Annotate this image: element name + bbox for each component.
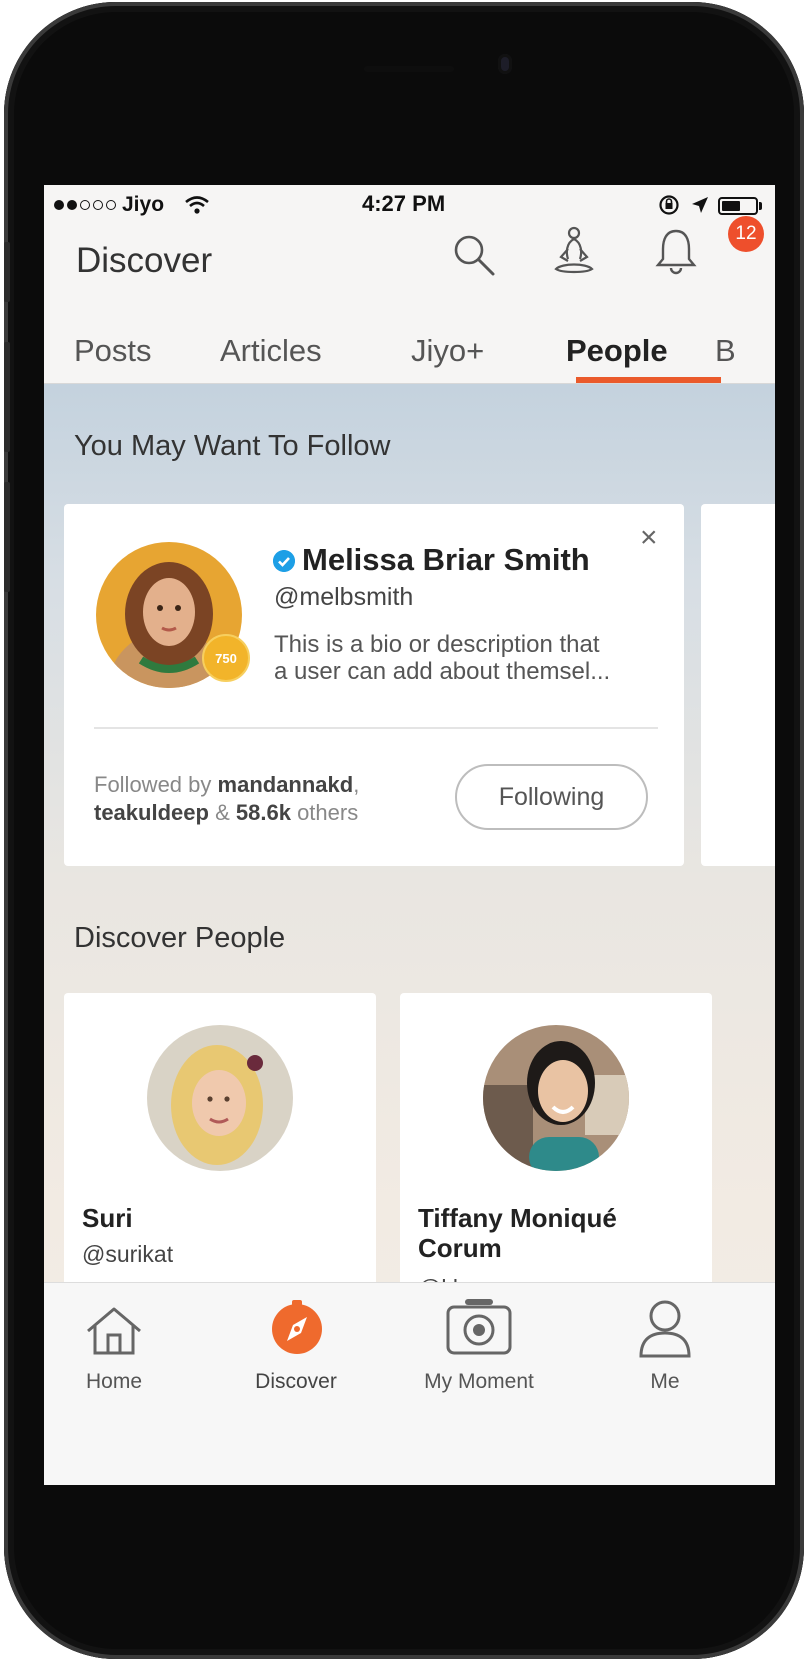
person-name[interactable]: Tiffany Moniqué Corum bbox=[418, 1203, 617, 1263]
wifi-icon bbox=[185, 196, 209, 214]
battery-cap bbox=[759, 202, 762, 210]
user-name[interactable]: Melissa Briar Smith bbox=[302, 542, 590, 578]
phone-frame: Jiyo 4:27 PM Discover 12 Posts Articles … bbox=[4, 2, 804, 1659]
tab-posts[interactable]: Posts bbox=[74, 333, 152, 369]
tab-people[interactable]: People bbox=[566, 333, 668, 369]
mute-switch bbox=[4, 242, 10, 302]
follower-2[interactable]: teakuldeep bbox=[94, 800, 209, 825]
app-screen: Jiyo 4:27 PM Discover 12 Posts Articles … bbox=[44, 185, 775, 1485]
front-camera bbox=[498, 54, 512, 74]
followed-by-text: Followed by mandannakd, teakuldeep & 58.… bbox=[94, 771, 359, 827]
person-handle: @surikat bbox=[82, 1241, 174, 1267]
bio-line-1: This is a bio or description that bbox=[274, 631, 600, 658]
earpiece-speaker bbox=[364, 66, 454, 72]
tab-jiyo-plus[interactable]: Jiyo+ bbox=[411, 333, 484, 369]
compass-icon[interactable] bbox=[268, 1298, 326, 1356]
user-bio: This is a bio or description that a user… bbox=[274, 631, 666, 685]
carrier-info: Jiyo bbox=[54, 193, 210, 217]
nav-discover-label[interactable]: Discover bbox=[206, 1370, 386, 1394]
signal-strength-icon bbox=[54, 200, 116, 210]
tab-b[interactable]: B bbox=[715, 333, 736, 369]
person-name[interactable]: Suri bbox=[82, 1203, 133, 1233]
person-avatar[interactable] bbox=[483, 1025, 629, 1171]
nav-me-label[interactable]: Me bbox=[575, 1370, 755, 1394]
tab-articles[interactable]: Articles bbox=[220, 333, 322, 369]
active-tab-indicator bbox=[576, 377, 721, 383]
notification-bell-icon[interactable] bbox=[654, 227, 698, 277]
follower-1[interactable]: mandannakd bbox=[218, 772, 354, 797]
bio-line-2: a user can add about themsel... bbox=[274, 658, 611, 685]
follow-section-title: You May Want To Follow bbox=[74, 430, 391, 462]
person-name-line-1: Tiffany Moniqué bbox=[418, 1203, 617, 1233]
person-avatar[interactable] bbox=[147, 1025, 293, 1171]
person-name-line-2: Corum bbox=[418, 1233, 502, 1263]
volume-up-button bbox=[4, 342, 10, 452]
followed-suffix: others bbox=[297, 800, 359, 825]
verified-badge-icon bbox=[273, 550, 295, 572]
followed-comma: , bbox=[353, 772, 360, 797]
meditation-icon[interactable] bbox=[552, 225, 596, 279]
home-icon[interactable] bbox=[84, 1305, 144, 1357]
rotation-lock-icon bbox=[659, 195, 679, 215]
following-button[interactable]: Following bbox=[455, 764, 648, 830]
discover-section-title: Discover People bbox=[74, 922, 286, 954]
points-medal-badge: 750 bbox=[202, 634, 250, 682]
tab-bar: Posts Articles Jiyo+ People B bbox=[44, 325, 775, 384]
next-suggested-card[interactable] bbox=[701, 504, 775, 866]
status-bar: Jiyo 4:27 PM bbox=[44, 185, 775, 221]
followed-prefix: Followed by bbox=[94, 772, 212, 797]
followed-amp: & bbox=[215, 800, 230, 825]
nav-home-label[interactable]: Home bbox=[44, 1370, 204, 1394]
volume-down-button bbox=[4, 482, 10, 592]
page-title: Discover bbox=[76, 241, 213, 280]
notification-badge: 12 bbox=[728, 216, 764, 252]
carrier-name: Jiyo bbox=[122, 193, 165, 216]
battery-icon bbox=[718, 197, 758, 215]
search-icon[interactable] bbox=[452, 233, 496, 277]
person-icon[interactable] bbox=[638, 1299, 692, 1359]
card-divider bbox=[94, 727, 658, 729]
user-handle: @melbsmith bbox=[274, 583, 414, 611]
location-arrow-icon bbox=[692, 197, 708, 213]
nav-my-moment-label[interactable]: My Moment bbox=[389, 1370, 569, 1394]
camera-icon[interactable] bbox=[445, 1297, 513, 1357]
dismiss-card-button[interactable]: × bbox=[640, 521, 658, 555]
status-time: 4:27 PM bbox=[362, 191, 446, 216]
followers-count: 58.6k bbox=[235, 800, 291, 825]
